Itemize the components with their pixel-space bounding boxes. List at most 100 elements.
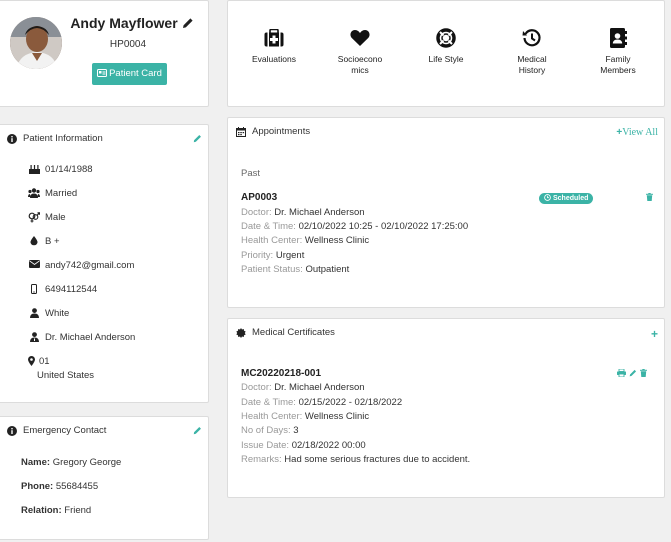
gender-icon xyxy=(25,212,43,223)
patient-information-card: Patient Information 01/14/1988 Married M… xyxy=(0,124,209,403)
field-label: Phone: xyxy=(21,481,54,492)
info-marital: Married xyxy=(25,188,77,199)
certificate-remarks: Remarks: Had some serious fractures due … xyxy=(241,454,470,465)
avatar xyxy=(10,17,62,69)
info-icon xyxy=(7,133,17,144)
appointment-priority: Priority: Urgent xyxy=(241,250,304,261)
field-label: Issue Date: xyxy=(241,440,290,451)
section-header: Patient Information xyxy=(7,133,103,144)
section-header: Appointments xyxy=(236,126,310,137)
field-value: Gregory George xyxy=(52,457,122,468)
medical-certificates-card: Medical Certificates + MC20220218-001 Do… xyxy=(227,318,665,498)
envelope-icon xyxy=(25,260,43,268)
clock-icon xyxy=(544,194,551,201)
life-ring-icon xyxy=(411,27,481,49)
certificate-actions xyxy=(617,368,647,380)
history-icon xyxy=(497,27,567,49)
blood-type-value: B + xyxy=(45,236,60,247)
field-value: Urgent xyxy=(275,250,305,261)
field-label: Priority: xyxy=(241,250,274,261)
nav-label: Members xyxy=(600,65,636,75)
certificate-issue-date: Issue Date: 02/18/2022 00:00 xyxy=(241,440,366,451)
info-phone: 6494112544 xyxy=(25,284,97,295)
address-book-icon xyxy=(583,27,653,49)
nav-family-members[interactable]: Family Members xyxy=(583,27,653,76)
info-race: White xyxy=(25,308,69,319)
appointment-center: Health Center: Wellness Clinic xyxy=(241,235,369,246)
nav-label: History xyxy=(518,65,546,75)
info-gender: Male xyxy=(25,212,66,223)
appointment-actions xyxy=(646,193,653,204)
certificate-icon xyxy=(236,327,246,338)
patient-card-button[interactable]: Patient Card xyxy=(92,63,167,85)
appointments-card: Appointments +View All Past AP0003 Sched… xyxy=(227,117,665,308)
users-icon xyxy=(25,188,43,198)
field-value: 02/10/2022 10:25 - 02/10/2022 17:25:00 xyxy=(298,221,469,232)
user-icon xyxy=(25,308,43,318)
nav-label: Family xyxy=(605,54,631,64)
field-value: Dr. Michael Anderson xyxy=(274,382,365,393)
info-address-country: United States xyxy=(37,370,94,381)
past-section-label: Past xyxy=(241,168,261,179)
nav-label: Socioecono xyxy=(337,54,383,64)
field-value: 55684455 xyxy=(55,481,99,492)
field-label: Health Center: xyxy=(241,235,303,246)
patient-id: HP0004 xyxy=(109,39,147,50)
nav-evaluations[interactable]: Evaluations xyxy=(239,27,309,65)
info-dob: 01/14/1988 xyxy=(25,164,93,175)
status-label: Scheduled xyxy=(553,195,589,202)
info-email: andy742@gmail.com xyxy=(25,260,134,271)
gender-value: Male xyxy=(45,212,66,223)
print-icon[interactable] xyxy=(617,368,626,380)
nav-life-style[interactable]: Life Style xyxy=(411,27,481,65)
appointment-datetime: Date & Time: 02/10/2022 10:25 - 02/10/20… xyxy=(241,221,468,232)
marital-status-value: Married xyxy=(45,188,78,199)
dob-value: 01/14/1988 xyxy=(45,164,93,175)
nav-medical-history[interactable]: Medical History xyxy=(497,27,567,76)
map-marker-icon xyxy=(25,356,37,366)
info-blood-type: B + xyxy=(25,236,60,247)
nav-label: Medical xyxy=(517,54,547,64)
certificate-days: No of Days: 3 xyxy=(241,425,299,436)
doctor-value: Dr. Michael Anderson xyxy=(45,332,136,343)
field-value: Friend xyxy=(64,505,92,516)
certificate-doctor: Doctor: Dr. Michael Anderson xyxy=(241,382,365,393)
status-badge: Scheduled xyxy=(539,193,594,204)
appointment-patient-status: Patient Status: Outpatient xyxy=(241,264,349,275)
certificate-center: Health Center: Wellness Clinic xyxy=(241,411,369,422)
edit-pencil-icon[interactable] xyxy=(182,16,194,32)
first-aid-kit-icon xyxy=(239,27,309,49)
mobile-phone-icon xyxy=(25,284,43,294)
section-header: Medical Certificates xyxy=(236,327,335,338)
field-label: Patient Status: xyxy=(241,264,303,275)
view-all-link[interactable]: +View All xyxy=(616,127,658,138)
nav-socioeconomics[interactable]: Socioecono mics xyxy=(325,27,395,76)
nav-label: Life Style xyxy=(428,54,464,64)
appointment-doctor: Doctor: Dr. Michael Anderson xyxy=(241,207,365,218)
address-line-1: 01 xyxy=(39,356,50,367)
appointment-id[interactable]: AP0003 xyxy=(241,192,277,203)
edit-patient-info-icon[interactable] xyxy=(193,134,202,146)
field-label: No of Days: xyxy=(241,425,291,436)
trash-icon[interactable] xyxy=(640,369,647,380)
race-value: White xyxy=(45,308,70,319)
field-value: 3 xyxy=(293,425,299,436)
patient-card-label: Patient Card xyxy=(109,68,162,79)
field-value: Outpatient xyxy=(305,264,350,275)
profile-card: Andy Mayflower HP0004 Patient Card xyxy=(0,0,209,107)
emergency-relation: Relation: Friend xyxy=(21,505,91,516)
patient-nav: Evaluations Socioecono mics Life Style M… xyxy=(227,0,665,107)
add-certificate-button[interactable]: + xyxy=(651,327,658,341)
section-header: Emergency Contact xyxy=(7,425,106,436)
section-title: Medical Certificates xyxy=(252,327,335,338)
calendar-icon xyxy=(236,126,246,137)
view-all-label: View All xyxy=(622,127,658,138)
info-icon xyxy=(7,425,17,436)
nav-label: Evaluations xyxy=(252,54,296,64)
certificate-id[interactable]: MC20220218-001 xyxy=(241,368,321,379)
edit-emergency-contact-icon[interactable] xyxy=(193,426,202,438)
edit-pencil-icon[interactable] xyxy=(629,369,637,380)
trash-icon[interactable] xyxy=(646,193,653,204)
info-doctor: Dr. Michael Anderson xyxy=(25,332,135,343)
field-value: Had some serious fractures due to accide… xyxy=(284,454,471,465)
